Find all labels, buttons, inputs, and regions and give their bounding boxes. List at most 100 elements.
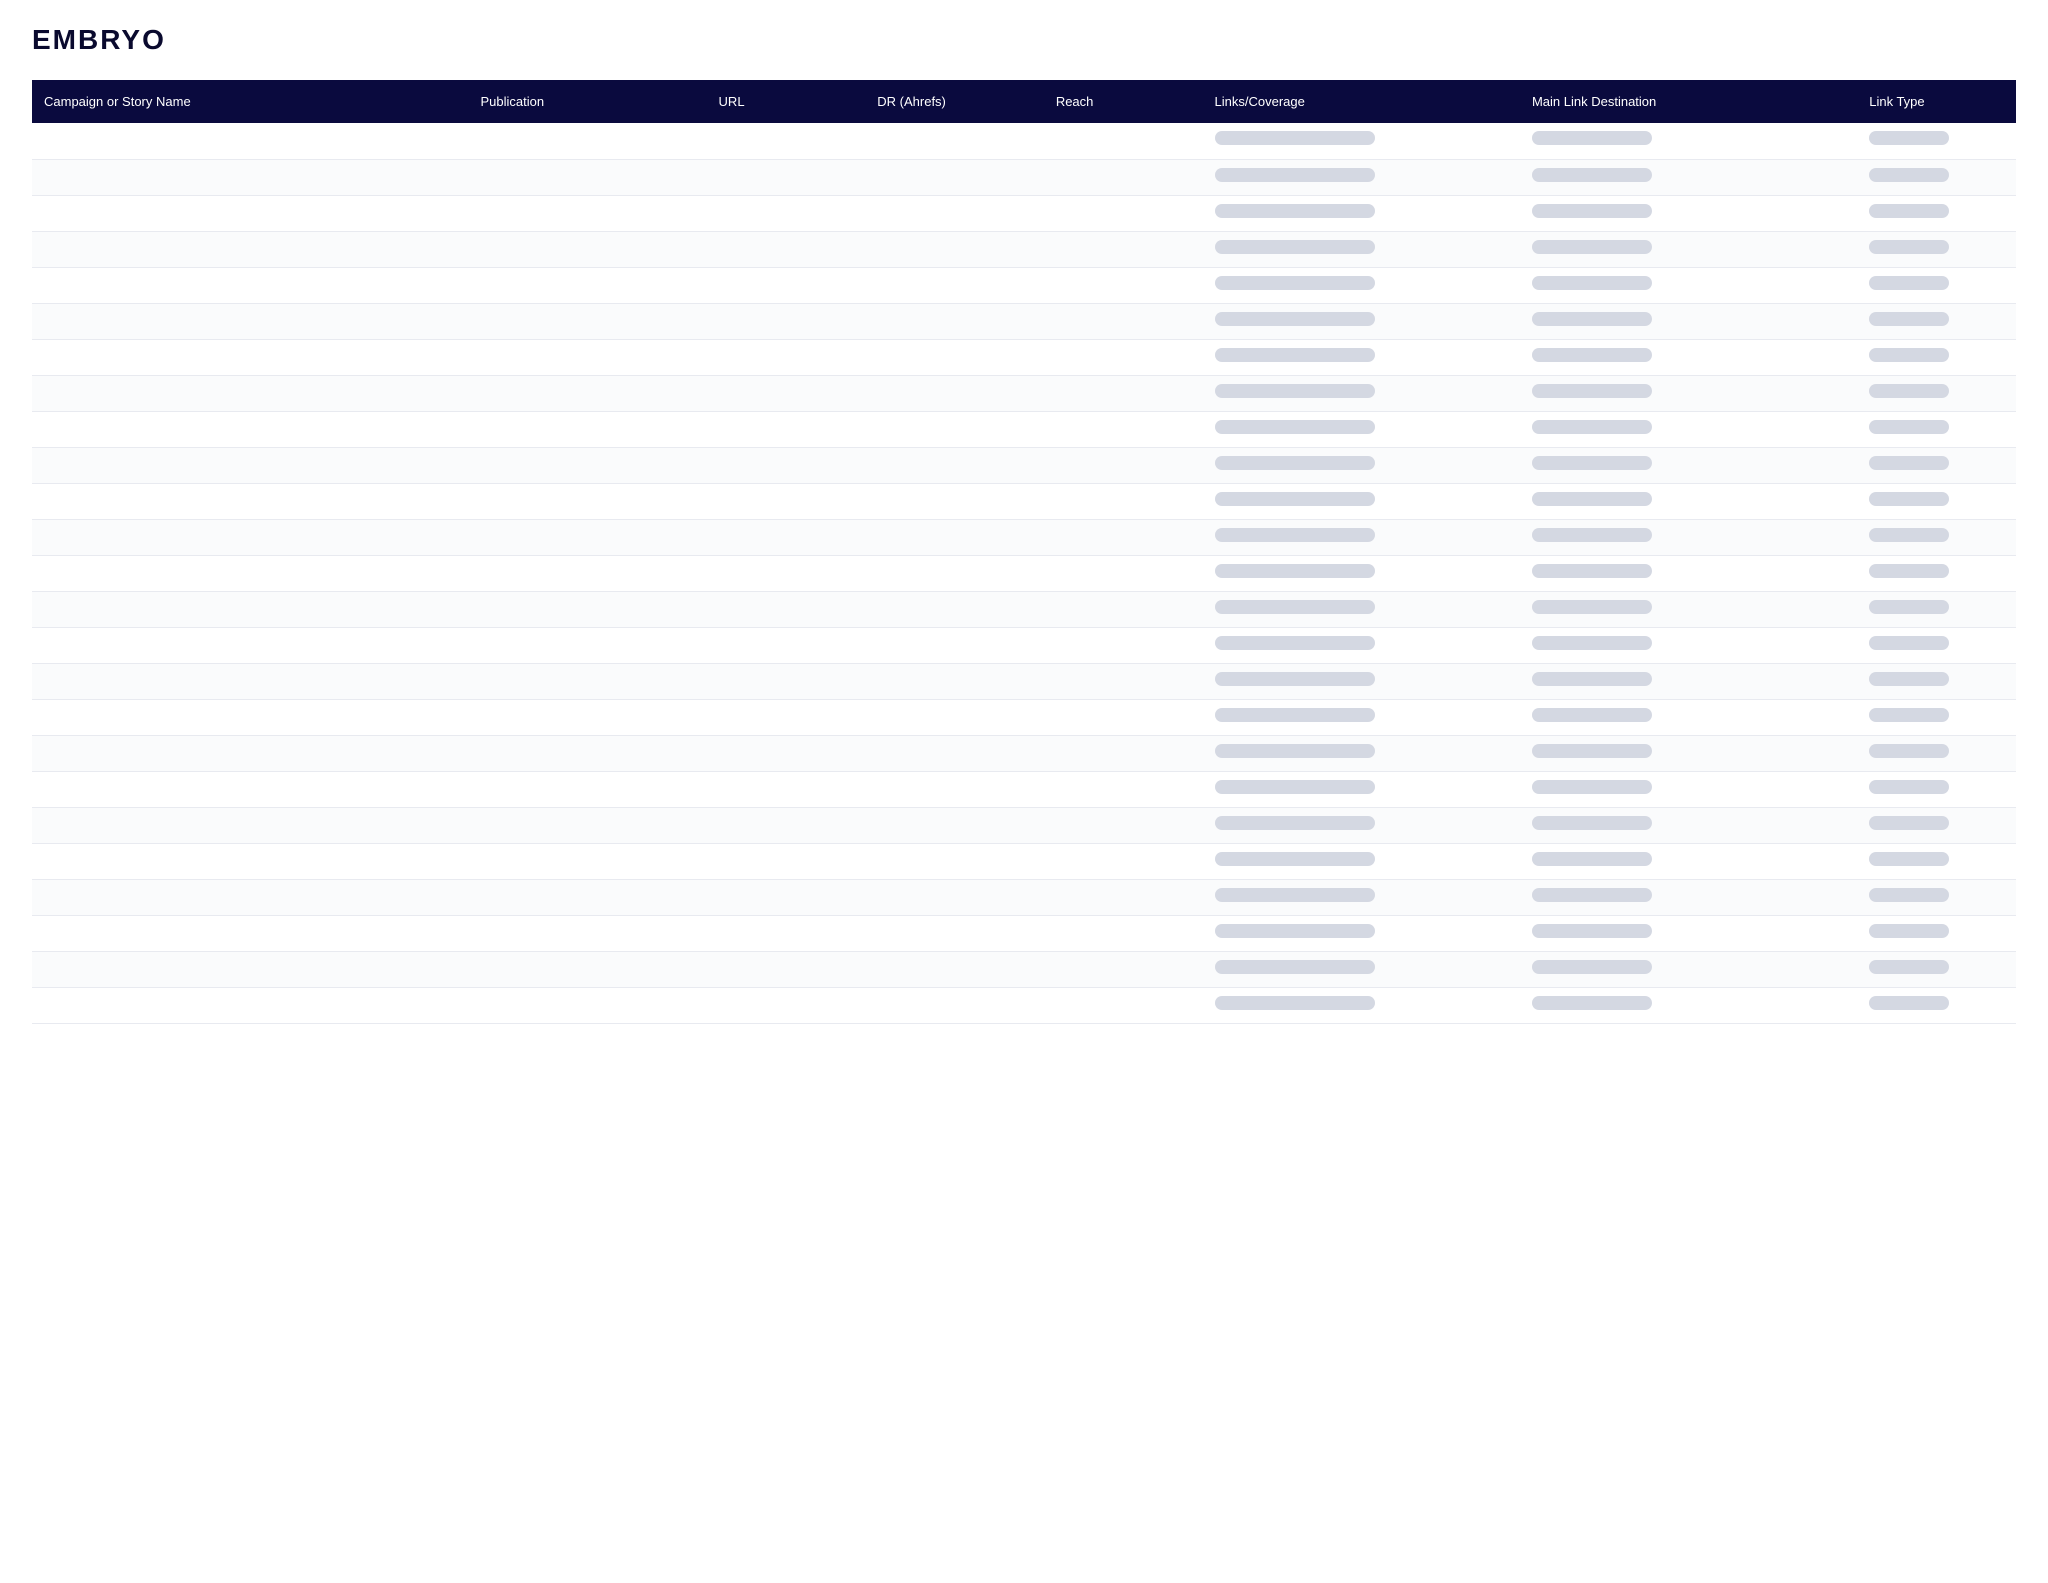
cell-dr[interactable]: [865, 375, 1044, 411]
cell-reach[interactable]: [1044, 375, 1203, 411]
cell-publication[interactable]: [468, 879, 706, 915]
cell-campaign[interactable]: [32, 663, 468, 699]
cell-dr[interactable]: [865, 771, 1044, 807]
cell-links[interactable]: [1203, 123, 1520, 159]
cell-reach[interactable]: [1044, 123, 1203, 159]
cell-links[interactable]: [1203, 699, 1520, 735]
cell-linktype[interactable]: [1857, 159, 2016, 195]
cell-url[interactable]: [707, 555, 866, 591]
cell-url[interactable]: [707, 447, 866, 483]
cell-url[interactable]: [707, 375, 866, 411]
cell-links[interactable]: [1203, 195, 1520, 231]
cell-destination[interactable]: [1520, 447, 1857, 483]
cell-reach[interactable]: [1044, 843, 1203, 879]
cell-campaign[interactable]: [32, 879, 468, 915]
cell-links[interactable]: [1203, 879, 1520, 915]
cell-campaign[interactable]: [32, 987, 468, 1023]
cell-links[interactable]: [1203, 591, 1520, 627]
cell-dr[interactable]: [865, 123, 1044, 159]
table-row[interactable]: [32, 303, 2016, 339]
table-row[interactable]: [32, 519, 2016, 555]
cell-url[interactable]: [707, 159, 866, 195]
table-row[interactable]: [32, 915, 2016, 951]
cell-linktype[interactable]: [1857, 123, 2016, 159]
table-row[interactable]: [32, 123, 2016, 159]
cell-url[interactable]: [707, 699, 866, 735]
cell-destination[interactable]: [1520, 699, 1857, 735]
cell-publication[interactable]: [468, 231, 706, 267]
cell-links[interactable]: [1203, 375, 1520, 411]
cell-campaign[interactable]: [32, 735, 468, 771]
cell-dr[interactable]: [865, 447, 1044, 483]
cell-dr[interactable]: [865, 591, 1044, 627]
cell-campaign[interactable]: [32, 699, 468, 735]
table-row[interactable]: [32, 339, 2016, 375]
table-row[interactable]: [32, 159, 2016, 195]
cell-linktype[interactable]: [1857, 915, 2016, 951]
cell-campaign[interactable]: [32, 267, 468, 303]
cell-destination[interactable]: [1520, 339, 1857, 375]
cell-publication[interactable]: [468, 987, 706, 1023]
cell-dr[interactable]: [865, 699, 1044, 735]
cell-dr[interactable]: [865, 663, 1044, 699]
cell-dr[interactable]: [865, 627, 1044, 663]
cell-reach[interactable]: [1044, 447, 1203, 483]
cell-reach[interactable]: [1044, 663, 1203, 699]
cell-publication[interactable]: [468, 699, 706, 735]
cell-links[interactable]: [1203, 519, 1520, 555]
cell-linktype[interactable]: [1857, 591, 2016, 627]
table-row[interactable]: [32, 843, 2016, 879]
cell-dr[interactable]: [865, 735, 1044, 771]
cell-linktype[interactable]: [1857, 771, 2016, 807]
cell-dr[interactable]: [865, 411, 1044, 447]
cell-url[interactable]: [707, 951, 866, 987]
cell-reach[interactable]: [1044, 699, 1203, 735]
cell-linktype[interactable]: [1857, 663, 2016, 699]
cell-url[interactable]: [707, 195, 866, 231]
cell-dr[interactable]: [865, 915, 1044, 951]
cell-publication[interactable]: [468, 771, 706, 807]
cell-destination[interactable]: [1520, 591, 1857, 627]
cell-destination[interactable]: [1520, 915, 1857, 951]
cell-dr[interactable]: [865, 303, 1044, 339]
cell-publication[interactable]: [468, 159, 706, 195]
cell-dr[interactable]: [865, 987, 1044, 1023]
cell-linktype[interactable]: [1857, 987, 2016, 1023]
table-row[interactable]: [32, 699, 2016, 735]
cell-campaign[interactable]: [32, 843, 468, 879]
cell-linktype[interactable]: [1857, 339, 2016, 375]
table-row[interactable]: [32, 483, 2016, 519]
cell-campaign[interactable]: [32, 591, 468, 627]
cell-linktype[interactable]: [1857, 951, 2016, 987]
cell-destination[interactable]: [1520, 303, 1857, 339]
cell-destination[interactable]: [1520, 843, 1857, 879]
cell-url[interactable]: [707, 519, 866, 555]
cell-reach[interactable]: [1044, 591, 1203, 627]
cell-linktype[interactable]: [1857, 447, 2016, 483]
cell-links[interactable]: [1203, 915, 1520, 951]
table-row[interactable]: [32, 879, 2016, 915]
cell-destination[interactable]: [1520, 195, 1857, 231]
cell-campaign[interactable]: [32, 951, 468, 987]
cell-dr[interactable]: [865, 231, 1044, 267]
cell-publication[interactable]: [468, 339, 706, 375]
cell-linktype[interactable]: [1857, 627, 2016, 663]
table-row[interactable]: [32, 267, 2016, 303]
cell-url[interactable]: [707, 123, 866, 159]
cell-publication[interactable]: [468, 627, 706, 663]
cell-dr[interactable]: [865, 807, 1044, 843]
cell-url[interactable]: [707, 843, 866, 879]
cell-links[interactable]: [1203, 447, 1520, 483]
cell-destination[interactable]: [1520, 735, 1857, 771]
cell-linktype[interactable]: [1857, 195, 2016, 231]
cell-destination[interactable]: [1520, 951, 1857, 987]
cell-campaign[interactable]: [32, 411, 468, 447]
cell-url[interactable]: [707, 267, 866, 303]
cell-linktype[interactable]: [1857, 735, 2016, 771]
cell-linktype[interactable]: [1857, 807, 2016, 843]
cell-reach[interactable]: [1044, 339, 1203, 375]
cell-reach[interactable]: [1044, 195, 1203, 231]
cell-url[interactable]: [707, 627, 866, 663]
cell-campaign[interactable]: [32, 159, 468, 195]
table-row[interactable]: [32, 555, 2016, 591]
